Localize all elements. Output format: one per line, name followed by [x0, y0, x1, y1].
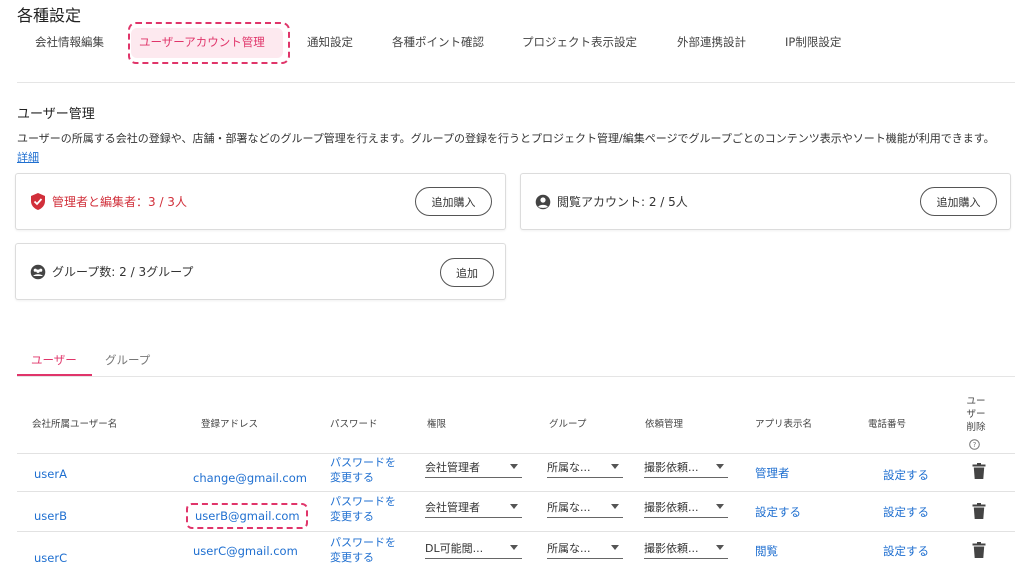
request-value: 撮影依頼... — [644, 460, 699, 474]
tab-points[interactable]: 各種ポイント確認 — [392, 34, 484, 50]
header-role: 権限 — [427, 419, 447, 430]
app-name-link[interactable]: 設定する — [755, 504, 801, 520]
chevron-down-icon — [716, 464, 724, 469]
section-title: ユーザー管理 — [17, 107, 95, 122]
subtab-users[interactable]: ユーザー — [31, 352, 77, 368]
group-add-button[interactable]: 追加 — [440, 258, 494, 287]
table-header-line — [17, 453, 1015, 454]
group-value: 所属な... — [547, 500, 591, 514]
change-password-link[interactable]: パスワードを 変更する — [330, 535, 410, 565]
tab-user-account[interactable]: ユーザーアカウント管理 — [139, 34, 265, 50]
request-select[interactable]: 撮影依頼... — [644, 496, 728, 518]
tab-project-display[interactable]: プロジェクト表示設定 — [522, 34, 637, 50]
role-value: DL可能閲... — [425, 541, 484, 555]
header-request: 依頼管理 — [645, 419, 684, 430]
group-count: グループ数: 2 / 3グループ — [52, 265, 194, 279]
chevron-down-icon — [611, 545, 619, 550]
user-name-link[interactable]: userB — [34, 509, 67, 523]
subtab-divider — [17, 376, 1015, 377]
page-title: 各種設定 — [17, 6, 82, 25]
section-description: ユーザーの所属する会社の登録や、店舗・部署などのグループ管理を行えます。グループ… — [17, 129, 1007, 167]
header-user-name: 会社所属ユーザー名 — [32, 419, 118, 430]
header-email: 登録アドレス — [201, 419, 259, 430]
row-divider — [17, 491, 1015, 492]
role-select[interactable]: DL可能閲... — [425, 537, 522, 559]
request-select[interactable]: 撮影依頼... — [644, 456, 728, 478]
admin-editor-label-wrap: 管理者と編集者：3 / 3人 — [30, 193, 187, 210]
trash-icon[interactable] — [972, 463, 986, 479]
trash-icon[interactable] — [972, 542, 986, 558]
admin-editor-count: 管理者と編集者：3 / 3人 — [52, 195, 187, 209]
help-icon[interactable]: ? — [969, 439, 980, 450]
email-link[interactable]: userC@gmail.com — [193, 544, 298, 558]
chevron-down-icon — [716, 504, 724, 509]
viewer-account-count: 閲覧アカウント: 2 / 5人 — [557, 195, 688, 209]
group-select[interactable]: 所属な... — [547, 456, 623, 478]
group-select[interactable]: 所属な... — [547, 537, 623, 559]
email-link[interactable]: userB@gmail.com — [195, 509, 300, 523]
chevron-down-icon — [611, 504, 619, 509]
role-value: 会社管理者 — [425, 500, 480, 514]
role-select[interactable]: 会社管理者 — [425, 456, 522, 478]
group-label-wrap: グループ数: 2 / 3グループ — [30, 263, 193, 280]
chevron-down-icon — [611, 464, 619, 469]
request-value: 撮影依頼... — [644, 500, 699, 514]
description-text: ユーザーの所属する会社の登録や、店舗・部署などのグループ管理を行えます。グループ… — [17, 132, 995, 145]
shield-check-icon — [31, 193, 45, 210]
chevron-down-icon — [510, 545, 518, 550]
phone-setting-link[interactable]: 設定する — [883, 467, 929, 483]
header-phone: 電話番号 — [868, 419, 907, 430]
trash-icon[interactable] — [972, 503, 986, 519]
user-name-link[interactable]: userA — [34, 467, 67, 481]
header-password: パスワード — [330, 419, 378, 430]
request-value: 撮影依頼... — [644, 541, 699, 555]
svg-text:?: ? — [973, 441, 977, 449]
chevron-down-icon — [510, 464, 518, 469]
phone-setting-link[interactable]: 設定する — [883, 504, 929, 520]
group-value: 所属な... — [547, 541, 591, 555]
user-name-link[interactable]: userC — [34, 551, 67, 565]
tab-company-info[interactable]: 会社情報編集 — [35, 34, 104, 50]
header-group: グループ — [549, 419, 587, 430]
tab-external-integration[interactable]: 外部連携設計 — [677, 34, 746, 50]
admin-purchase-button[interactable]: 追加購入 — [415, 187, 492, 216]
role-value: 会社管理者 — [425, 460, 480, 474]
chevron-down-icon — [510, 504, 518, 509]
tab-notification[interactable]: 通知設定 — [307, 34, 353, 50]
header-delete: ユー ザー 削除 — [966, 396, 986, 433]
subtab-groups[interactable]: グループ — [105, 352, 150, 368]
change-password-link[interactable]: パスワードを 変更する — [330, 455, 410, 485]
request-select[interactable]: 撮影依頼... — [644, 537, 728, 559]
viewer-purchase-button[interactable]: 追加購入 — [920, 187, 997, 216]
role-select[interactable]: 会社管理者 — [425, 496, 522, 518]
account-circle-icon — [535, 194, 551, 209]
header-divider — [17, 82, 1015, 83]
change-password-link[interactable]: パスワードを 変更する — [330, 494, 410, 524]
header-app-name: アプリ表示名 — [755, 419, 813, 430]
viewer-label-wrap: 閲覧アカウント: 2 / 5人 — [535, 193, 688, 210]
group-select[interactable]: 所属な... — [547, 496, 623, 518]
group-icon — [30, 264, 46, 279]
phone-setting-link[interactable]: 設定する — [883, 543, 929, 559]
email-link[interactable]: change@gmail.com — [193, 471, 307, 485]
detail-link[interactable]: 詳細 — [17, 151, 39, 164]
row-divider — [17, 531, 1015, 532]
group-count-card: グループ数: 2 / 3グループ 追加 — [15, 243, 506, 300]
app-name-link[interactable]: 閲覧 — [755, 543, 778, 559]
viewer-account-card: 閲覧アカウント: 2 / 5人 追加購入 — [520, 173, 1011, 230]
group-value: 所属な... — [547, 460, 591, 474]
admin-editor-card: 管理者と編集者：3 / 3人 追加購入 — [15, 173, 506, 230]
app-name-link[interactable]: 管理者 — [755, 465, 790, 481]
chevron-down-icon — [716, 545, 724, 550]
tab-ip-restriction[interactable]: IP制限設定 — [785, 34, 841, 50]
